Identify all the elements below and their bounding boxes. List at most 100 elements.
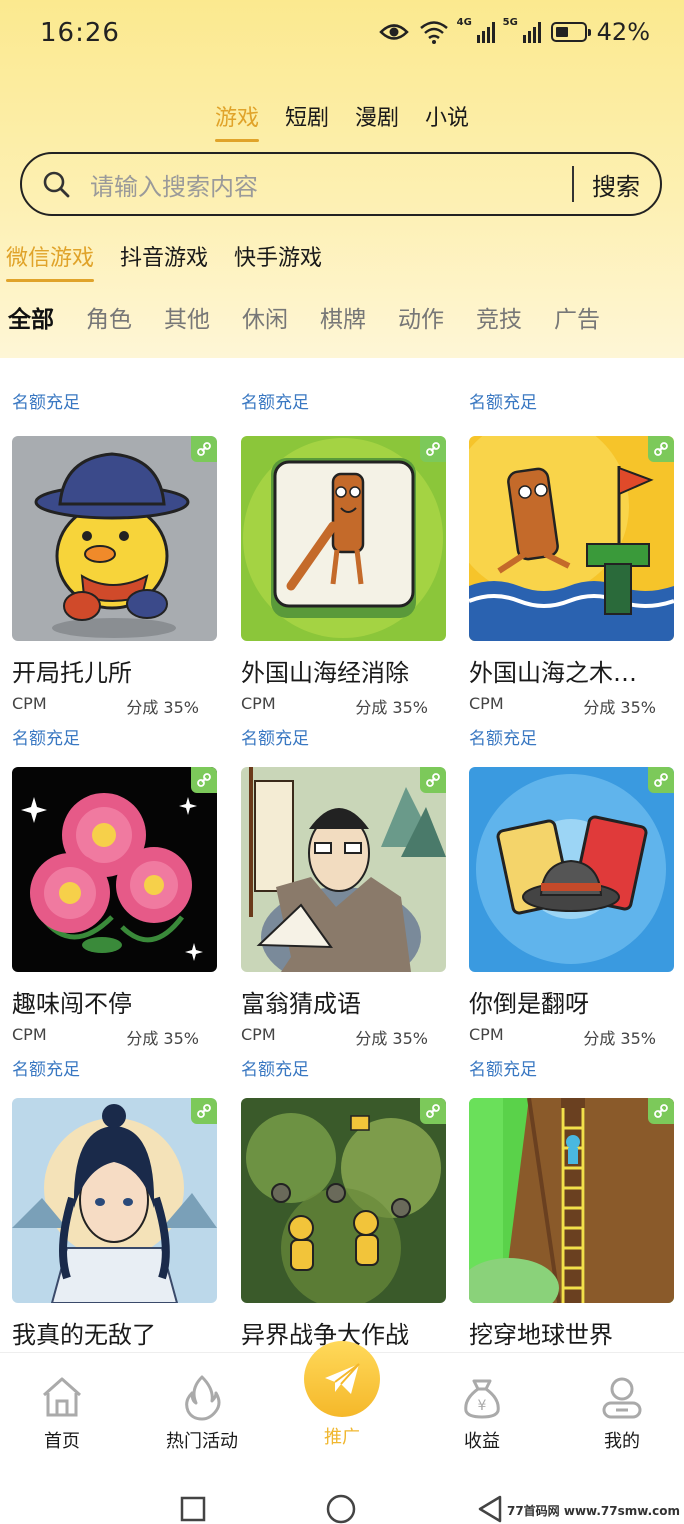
- home-circle-icon[interactable]: [326, 1494, 356, 1524]
- tab-comic-drama[interactable]: 漫剧: [355, 100, 399, 142]
- nav-promote[interactable]: 推广: [292, 1341, 392, 1449]
- game-card[interactable]: 外国山海经消除 CPM 分成 35% 名额充足: [241, 436, 446, 749]
- game-meta: CPM 分成 35%: [12, 1025, 199, 1049]
- game-title: 趣味闯不停: [12, 990, 132, 1018]
- game-thumbnail: [241, 767, 446, 972]
- search-input[interactable]: 请输入搜索内容: [90, 167, 572, 202]
- quota-label: 名额充足: [241, 1060, 309, 1080]
- back-icon[interactable]: [476, 1494, 504, 1524]
- category-role[interactable]: 角色: [86, 300, 132, 334]
- nav-mine[interactable]: 我的: [572, 1373, 672, 1453]
- game-type: CPM: [241, 1025, 276, 1044]
- tab-douyin-games[interactable]: 抖音游戏: [120, 240, 208, 282]
- game-card[interactable]: 趣味闯不停 CPM 分成 35% 名额充足: [12, 767, 217, 1080]
- game-share: 分成 35%: [355, 1029, 428, 1048]
- nav-hot-activities[interactable]: 热门活动: [152, 1373, 252, 1453]
- game-share: 分成 35%: [583, 1029, 656, 1048]
- game-thumbnail: [12, 436, 217, 641]
- game-thumbnail: [469, 767, 674, 972]
- category-action[interactable]: 动作: [398, 300, 444, 334]
- category-ad[interactable]: 广告: [554, 300, 600, 334]
- content-type-tabs: 游戏 短剧 漫剧 小说: [0, 100, 684, 142]
- game-title: 开局托儿所: [12, 659, 132, 687]
- category-tabs: 全部 角色 其他 休闲 棋牌 动作 竞技 广告: [8, 300, 600, 334]
- game-meta: CPM 分成 35%: [241, 694, 428, 718]
- tab-kuaishou-games[interactable]: 快手游戏: [234, 240, 322, 282]
- link-icon: [420, 767, 446, 793]
- svg-text:¥: ¥: [478, 1398, 487, 1414]
- category-other[interactable]: 其他: [164, 300, 210, 334]
- game-share: 分成 35%: [126, 698, 199, 717]
- game-thumbnail: [469, 1098, 674, 1303]
- category-casual[interactable]: 休闲: [242, 300, 288, 334]
- game-card[interactable]: 开局托儿所 CPM 分成 35% 名额充足: [12, 436, 217, 749]
- category-competitive[interactable]: 竞技: [476, 300, 522, 334]
- tab-games[interactable]: 游戏: [214, 100, 259, 142]
- search-icon: [43, 171, 70, 198]
- nav-hot-label: 热门活动: [166, 1431, 238, 1452]
- quota-label: 名额充足: [469, 729, 537, 749]
- game-title: 富翁猜成语: [241, 990, 361, 1018]
- quota-label: 名额充足: [469, 393, 537, 413]
- link-icon: [420, 1098, 446, 1124]
- game-title: 外国山海经消除: [241, 659, 409, 687]
- game-type: CPM: [12, 1025, 47, 1044]
- game-card[interactable]: 挖穿地球世界: [469, 1098, 674, 1350]
- category-board[interactable]: 棋牌: [320, 300, 366, 334]
- link-icon: [420, 436, 446, 462]
- game-type: CPM: [469, 1025, 504, 1044]
- game-meta: CPM 分成 35%: [469, 1025, 656, 1049]
- quota-label: 名额充足: [469, 1060, 537, 1080]
- user-icon: [602, 1377, 642, 1419]
- game-card[interactable]: 我真的无敌了: [12, 1098, 217, 1350]
- game-meta: CPM 分成 35%: [12, 694, 199, 718]
- recents-icon[interactable]: [180, 1496, 206, 1522]
- signal-5g-icon: 5G: [503, 17, 541, 43]
- game-thumbnail: [241, 436, 446, 641]
- game-type: CPM: [469, 694, 504, 713]
- nav-home[interactable]: 首页: [12, 1373, 112, 1453]
- signal-4g-icon: 4G: [457, 17, 495, 43]
- tab-wechat-games[interactable]: 微信游戏: [6, 240, 95, 282]
- game-card[interactable]: 富翁猜成语 CPM 分成 35% 名额充足: [241, 767, 446, 1080]
- quota-label: 名额充足: [12, 729, 80, 749]
- game-card[interactable]: 异界战争大作战: [241, 1098, 446, 1350]
- status-bar: 16:26 4G 5G 42%: [0, 0, 684, 70]
- link-icon: [648, 767, 674, 793]
- promote-button: [304, 1341, 380, 1417]
- status-time: 16:26: [40, 18, 120, 48]
- battery-percent: 42%: [596, 18, 650, 46]
- game-card[interactable]: 外国山海之木… CPM 分成 35% 名额充足: [469, 436, 674, 749]
- game-thumbnail: [241, 1098, 446, 1303]
- game-title: 你倒是翻呀: [469, 990, 589, 1018]
- game-thumbnail: [12, 767, 217, 972]
- game-share: 分成 35%: [355, 698, 428, 717]
- link-icon: [191, 1098, 217, 1124]
- quota-label: 名额充足: [12, 393, 80, 413]
- game-title: 我真的无敌了: [12, 1321, 156, 1349]
- battery-icon: [550, 22, 591, 42]
- nav-mine-label: 我的: [604, 1431, 640, 1452]
- search-button[interactable]: 搜索: [574, 167, 660, 202]
- search-bar: 请输入搜索内容 搜索: [20, 152, 662, 216]
- nav-home-label: 首页: [44, 1431, 80, 1452]
- wifi-icon: [419, 21, 448, 44]
- category-all[interactable]: 全部: [8, 300, 54, 334]
- game-title: 挖穿地球世界: [469, 1321, 613, 1349]
- bottom-navigation: 首页 热门活动 推广 ¥ 收益 我的: [0, 1341, 684, 1465]
- nav-promote-label: 推广: [324, 1427, 360, 1448]
- game-share: 分成 35%: [126, 1029, 199, 1048]
- tab-short-drama[interactable]: 短剧: [285, 100, 329, 142]
- watermark: 77首码网 www.77smw.com: [506, 1504, 680, 1518]
- link-icon: [648, 436, 674, 462]
- game-type: CPM: [12, 694, 47, 713]
- nav-earnings[interactable]: ¥ 收益: [432, 1373, 532, 1453]
- tab-novel[interactable]: 小说: [425, 100, 469, 142]
- game-type: CPM: [241, 694, 276, 713]
- eye-icon: [378, 24, 409, 40]
- game-title: 外国山海之木…: [469, 659, 637, 687]
- game-card[interactable]: 你倒是翻呀 CPM 分成 35% 名额充足: [469, 767, 674, 1080]
- net2-label: 5G: [502, 17, 518, 28]
- flame-icon: [185, 1375, 221, 1421]
- home-icon: [43, 1377, 81, 1417]
